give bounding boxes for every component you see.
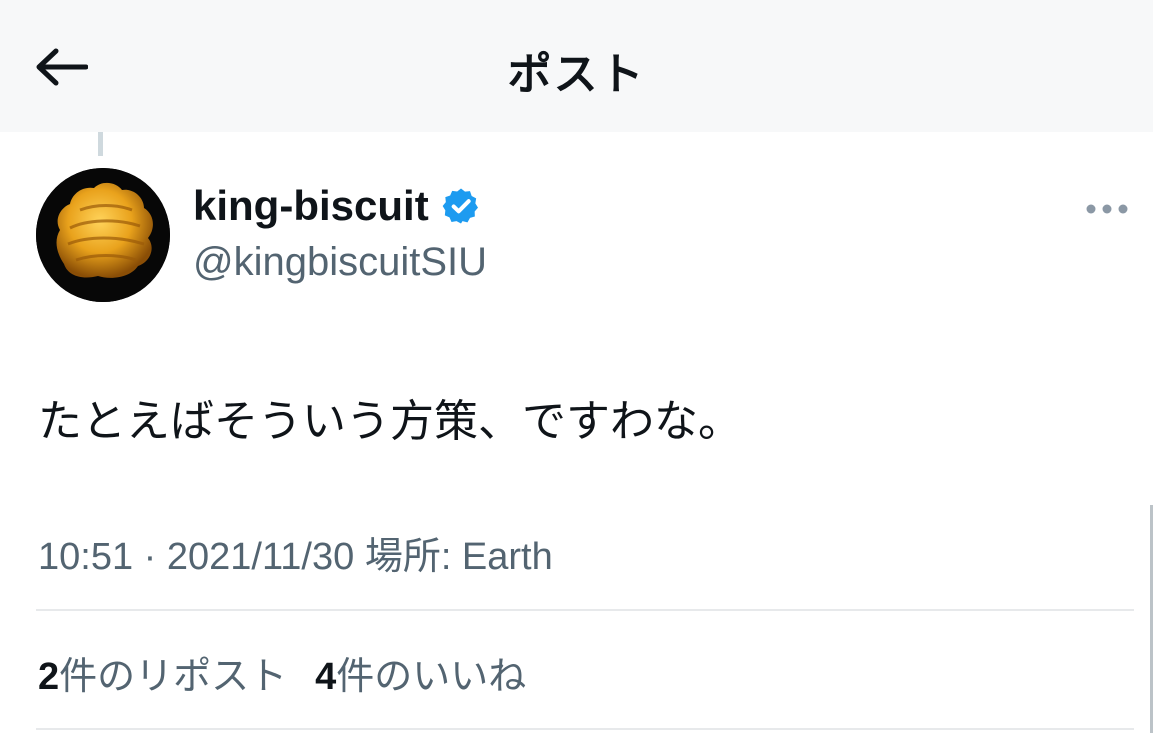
more-horizontal-icon bbox=[1086, 204, 1128, 214]
reposts-count: 2 bbox=[38, 656, 60, 698]
divider bbox=[36, 609, 1134, 611]
more-options-button[interactable] bbox=[1082, 194, 1132, 224]
author-handle[interactable]: @kingbiscuitSIU bbox=[193, 240, 487, 285]
top-bar: ポスト bbox=[0, 0, 1153, 132]
meta-separator: · bbox=[143, 536, 157, 578]
likes-count: 4 bbox=[315, 656, 337, 698]
post-text: たとえばそういう方策、ですわな。 bbox=[38, 396, 742, 447]
page-title: ポスト bbox=[507, 50, 646, 99]
verified-badge-icon[interactable] bbox=[441, 186, 481, 226]
likes-stat[interactable]: 4件のいいね bbox=[315, 645, 526, 700]
divider bbox=[36, 728, 1134, 730]
post-time[interactable]: 10:51 bbox=[38, 536, 133, 578]
post-meta: 10:51 · 2021/11/30 場所: Earth bbox=[38, 525, 553, 580]
author-name-row[interactable]: king-biscuit bbox=[193, 182, 481, 230]
likes-label: 件のいいね bbox=[336, 656, 527, 698]
avatar[interactable] bbox=[36, 168, 170, 302]
post-location: 場所: Earth bbox=[364, 536, 553, 578]
reposts-label: 件のリポスト bbox=[59, 656, 288, 698]
reposts-stat[interactable]: 2件のリポスト bbox=[38, 645, 287, 700]
avatar-image bbox=[36, 168, 170, 302]
post-stats: 2件のリポスト 4件のいいね bbox=[38, 645, 526, 700]
author-name: king-biscuit bbox=[193, 182, 429, 229]
thread-connector-line bbox=[98, 132, 103, 156]
post-date[interactable]: 2021/11/30 bbox=[167, 536, 354, 578]
